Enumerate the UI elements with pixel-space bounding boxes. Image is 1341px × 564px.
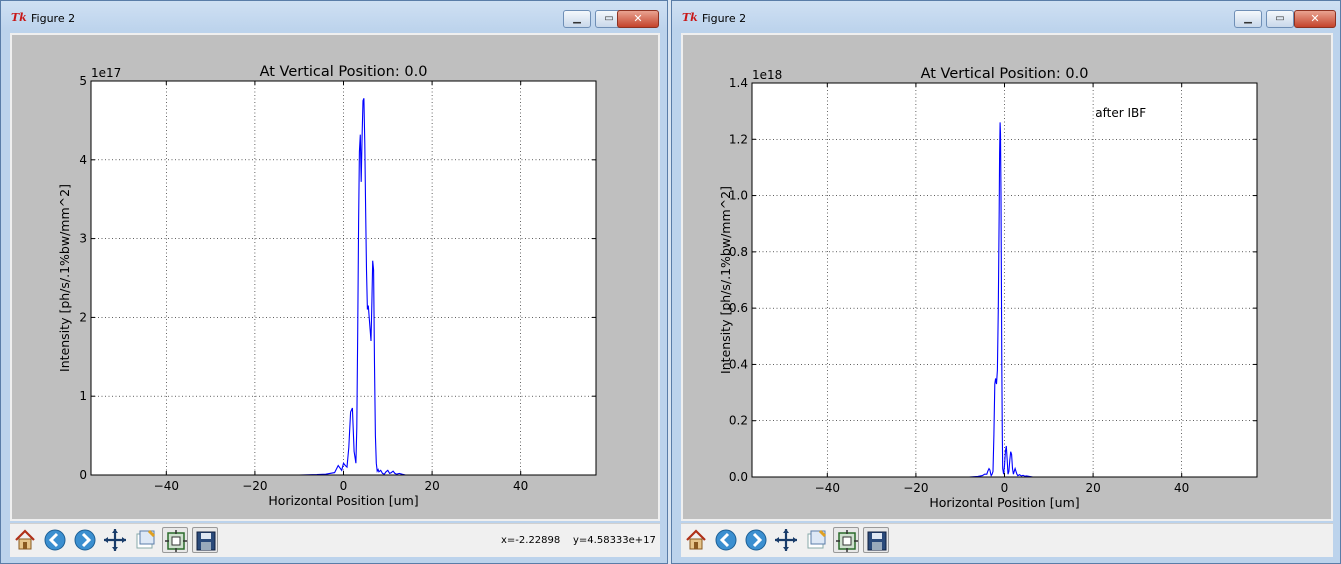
x-tick-label: 0 <box>340 479 348 493</box>
back-icon <box>715 529 737 551</box>
zoom-button[interactable] <box>803 527 829 553</box>
close-icon: ✕ <box>1310 12 1320 25</box>
home-button[interactable] <box>12 527 38 553</box>
close-icon: ✕ <box>633 12 643 25</box>
back-icon <box>44 529 66 551</box>
y-tick-label: 0.2 <box>729 414 748 428</box>
save-button[interactable] <box>863 527 889 553</box>
y-tick-label: 1 <box>79 389 87 403</box>
y-offset-text: 1e17 <box>91 66 121 80</box>
annotation-label: after IBF <box>1095 106 1146 120</box>
home-button[interactable] <box>683 527 709 553</box>
chart-title: At Vertical Position: 0.0 <box>260 64 428 80</box>
cursor-y-readout: y=4.58333e+17 <box>573 535 656 546</box>
y-tick-label: 1.2 <box>729 132 748 146</box>
forward-button[interactable] <box>72 527 98 553</box>
pan-icon <box>775 529 797 551</box>
forward-icon <box>74 529 96 551</box>
cursor-x-readout: x=-2.22898 <box>501 535 561 546</box>
y-tick-label: 3 <box>79 232 87 246</box>
x-tick-label: −20 <box>242 479 267 493</box>
figure-window-2: Tk Figure 2 ▁ ▭ ✕ −40 −20 0 20 40 0.0 0.2 0.4 0.… <box>671 0 1341 564</box>
y-tick-label: 2 <box>79 310 87 324</box>
minimize-button[interactable]: ▁ <box>1234 10 1262 28</box>
subplots-button[interactable] <box>162 527 188 553</box>
y-tick-label: 4 <box>79 153 87 167</box>
x-axis-label: Horizontal Position [um] <box>929 495 1079 510</box>
x-tick-label: −20 <box>903 481 928 495</box>
x-tick-label: 40 <box>1174 481 1189 495</box>
y-tick-label: 0.0 <box>729 470 748 484</box>
x-tick-label: −40 <box>154 479 179 493</box>
y-tick-label: 5 <box>79 74 87 88</box>
chart-title: At Vertical Position: 0.0 <box>921 66 1089 82</box>
y-axis-label: Intensity [ph/s/.1%bw/mm^2] <box>718 186 733 374</box>
y-axis-label: Intensity [ph/s/.1%bw/mm^2] <box>57 184 72 372</box>
minimize-button[interactable]: ▁ <box>563 10 591 28</box>
close-button[interactable]: ✕ <box>1294 10 1336 28</box>
save-icon <box>867 531 887 551</box>
y-tick-label: 1.4 <box>729 76 748 90</box>
tk-icon: Tk <box>682 11 698 24</box>
save-button[interactable] <box>192 527 218 553</box>
maximize-icon: ▭ <box>1275 13 1285 24</box>
navigation-toolbar <box>681 523 1333 557</box>
subplots-icon <box>836 530 858 552</box>
zoom-icon <box>807 529 827 549</box>
window-title: Figure 2 <box>31 12 76 25</box>
window-title: Figure 2 <box>702 12 747 25</box>
title-bar[interactable]: Tk Figure 2 ▁ ▭ ✕ <box>672 1 1340 31</box>
minimize-icon: ▁ <box>573 13 581 24</box>
save-icon <box>196 531 216 551</box>
home-icon <box>686 529 706 550</box>
navigation-toolbar: x=-2.22898 y=4.58333e+17 <box>10 523 660 557</box>
minimize-icon: ▁ <box>1244 13 1252 24</box>
maximize-button[interactable]: ▭ <box>1266 10 1294 28</box>
y-tick-label: 0 <box>79 468 87 482</box>
subplots-icon <box>165 530 187 552</box>
zoom-button[interactable] <box>132 527 158 553</box>
x-tick-label: 40 <box>513 479 528 493</box>
title-bar[interactable]: Tk Figure 2 ▁ ▭ ✕ <box>1 1 667 31</box>
line-chart[interactable]: −40 −20 0 20 400.00.20.40.60.81.01.21.41e18 A… <box>683 35 1331 519</box>
forward-icon <box>745 529 767 551</box>
figure-canvas[interactable]: −40 −20 0 20 40 0 1 2 3 4 5 1e17 At Vertical Positio… <box>10 33 660 521</box>
line-chart[interactable]: −40 −20 0 20 40 0 1 2 3 4 5 1e17 At Vertical Positio… <box>12 35 658 519</box>
close-button[interactable]: ✕ <box>617 10 659 28</box>
forward-button[interactable] <box>743 527 769 553</box>
x-tick-label: 20 <box>1085 481 1100 495</box>
y-offset-text: 1e18 <box>752 68 782 82</box>
pan-icon <box>104 529 126 551</box>
tk-icon: Tk <box>11 11 27 24</box>
home-icon <box>15 529 35 550</box>
figure-window-1: Tk Figure 2 ▁ ▭ ✕ −40 −20 0 20 40 0 1 2 3 4 5 1e17 A… <box>0 0 668 564</box>
back-button[interactable] <box>713 527 739 553</box>
x-tick-label: 0 <box>1001 481 1009 495</box>
figure-canvas[interactable]: −40 −20 0 20 40 0.0 0.2 0.4 0.6 0.8 1.0 1.2 1.4 1e18 A… <box>681 33 1333 521</box>
pan-button[interactable] <box>773 527 799 553</box>
zoom-icon <box>136 529 156 549</box>
x-axis-label: Horizontal Position [um] <box>268 493 418 508</box>
back-button[interactable] <box>42 527 68 553</box>
x-tick-label: 20 <box>424 479 439 493</box>
x-tick-label: −40 <box>815 481 840 495</box>
subplots-button[interactable] <box>833 527 859 553</box>
pan-button[interactable] <box>102 527 128 553</box>
